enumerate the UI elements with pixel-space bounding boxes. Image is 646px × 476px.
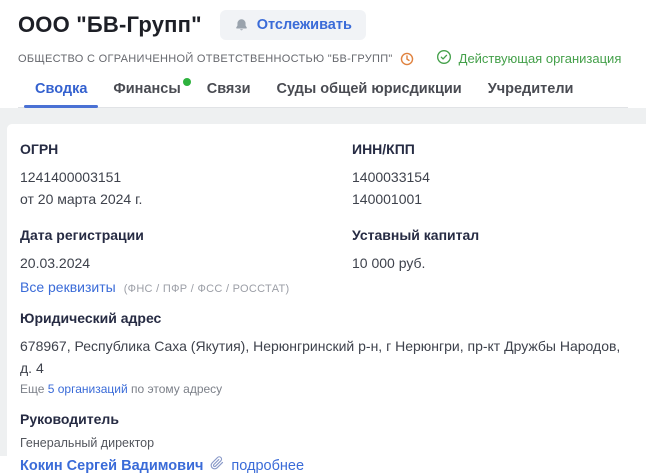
page-content: ОГРН 1241400003151 от 20 марта 2024 г. И… bbox=[0, 108, 646, 474]
requisites-row: Все реквизиты (ФНС / ПФР / ФСС / РОССТАТ… bbox=[20, 279, 352, 295]
ogrn-inn-row: ОГРН 1241400003151 от 20 марта 2024 г. И… bbox=[20, 141, 626, 210]
tab-svyazi[interactable]: Связи bbox=[196, 81, 262, 107]
tab-sudy[interactable]: Суды общей юрисдикции bbox=[266, 81, 473, 107]
tab-label: Учредители bbox=[487, 81, 574, 97]
ogrn-label: ОГРН bbox=[20, 141, 59, 157]
tab-label: Суды общей юрисдикции bbox=[276, 81, 462, 97]
address-more-row: Еще 5 организаций по этому адресу bbox=[20, 382, 626, 396]
requisites-sources-note: (ФНС / ПФР / ФСС / РОССТАТ) bbox=[123, 283, 290, 295]
check-circle-icon bbox=[436, 49, 452, 68]
orgs-at-address-link[interactable]: 5 организаций bbox=[48, 382, 128, 396]
inn-kpp-block: ИНН/КПП 1400033154 140001001 bbox=[352, 141, 626, 210]
head-block: Руководитель Генеральный директор Кокин … bbox=[20, 411, 626, 476]
title-row: ООО "БВ-Групп" Отслеживать bbox=[18, 10, 628, 40]
capital-label: Уставный капитал bbox=[352, 227, 480, 243]
address-more-prefix: Еще bbox=[20, 382, 48, 396]
head-name-link[interactable]: Кокин Сергей Вадимович bbox=[20, 458, 203, 474]
head-label: Руководитель bbox=[20, 411, 119, 427]
tab-label: Связи bbox=[206, 81, 251, 97]
address-value: 678967, Республика Саха (Якутия), Нерюнг… bbox=[20, 338, 621, 376]
bell-icon bbox=[234, 18, 249, 33]
tab-bar: Сводка Финансы Связи Суды общей юрисдикц… bbox=[18, 78, 628, 108]
track-button-label: Отслеживать bbox=[256, 17, 352, 33]
head-name-row: Кокин Сергей Вадимович подробнее bbox=[20, 456, 626, 475]
all-requisites-link[interactable]: Все реквизиты bbox=[20, 279, 116, 295]
head-details-link[interactable]: подробнее bbox=[231, 458, 304, 474]
tab-label: Сводка bbox=[35, 81, 88, 97]
summary-card: ОГРН 1241400003151 от 20 марта 2024 г. И… bbox=[7, 124, 646, 474]
address-label: Юридический адрес bbox=[20, 310, 162, 326]
reg-date-value: 20.03.2024 bbox=[20, 255, 91, 271]
legal-address-block: Юридический адрес 678967, Республика Сах… bbox=[20, 310, 626, 396]
new-data-dot-icon bbox=[182, 78, 191, 86]
inn-value: 1400033154 bbox=[352, 169, 430, 185]
paperclip-icon bbox=[210, 456, 224, 475]
head-position: Генеральный директор bbox=[20, 436, 155, 450]
inn-kpp-label: ИНН/КПП bbox=[352, 141, 415, 157]
ogrn-block: ОГРН 1241400003151 от 20 марта 2024 г. bbox=[20, 141, 352, 210]
company-header: ООО "БВ-Групп" Отслеживать ОБЩЕСТВО С ОГ… bbox=[0, 0, 646, 108]
capital-block: Уставный капитал 10 000 руб. bbox=[352, 227, 626, 295]
ogrn-date: от 20 марта 2024 г. bbox=[20, 191, 143, 207]
reg-date-block: Дата регистрации 20.03.2024 Все реквизит… bbox=[20, 227, 352, 295]
capital-value: 10 000 руб. bbox=[352, 255, 426, 271]
subtitle-row: ОБЩЕСТВО С ОГРАНИЧЕННОЙ ОТВЕТСТВЕННОСТЬЮ… bbox=[18, 49, 628, 68]
company-full-name: ОБЩЕСТВО С ОГРАНИЧЕННОЙ ОТВЕТСТВЕННОСТЬЮ… bbox=[18, 52, 393, 65]
ogrn-value: 1241400003151 bbox=[20, 169, 122, 185]
reg-date-label: Дата регистрации bbox=[20, 227, 144, 243]
kpp-value: 140001001 bbox=[352, 191, 423, 207]
tab-svodka[interactable]: Сводка bbox=[24, 81, 99, 108]
track-button[interactable]: Отслеживать bbox=[219, 10, 366, 40]
history-clock-icon[interactable] bbox=[400, 52, 414, 66]
regdate-capital-row: Дата регистрации 20.03.2024 Все реквизит… bbox=[20, 227, 626, 295]
address-more-suffix: по этому адресу bbox=[127, 382, 223, 396]
page-title: ООО "БВ-Групп" bbox=[18, 12, 202, 37]
status-badge-label: Действующая организация bbox=[458, 51, 622, 66]
tab-label: Финансы bbox=[113, 81, 181, 97]
tab-uchrediteli[interactable]: Учредители bbox=[477, 81, 585, 107]
status-badge: Действующая организация bbox=[436, 49, 622, 68]
tab-finansy[interactable]: Финансы bbox=[102, 78, 191, 107]
